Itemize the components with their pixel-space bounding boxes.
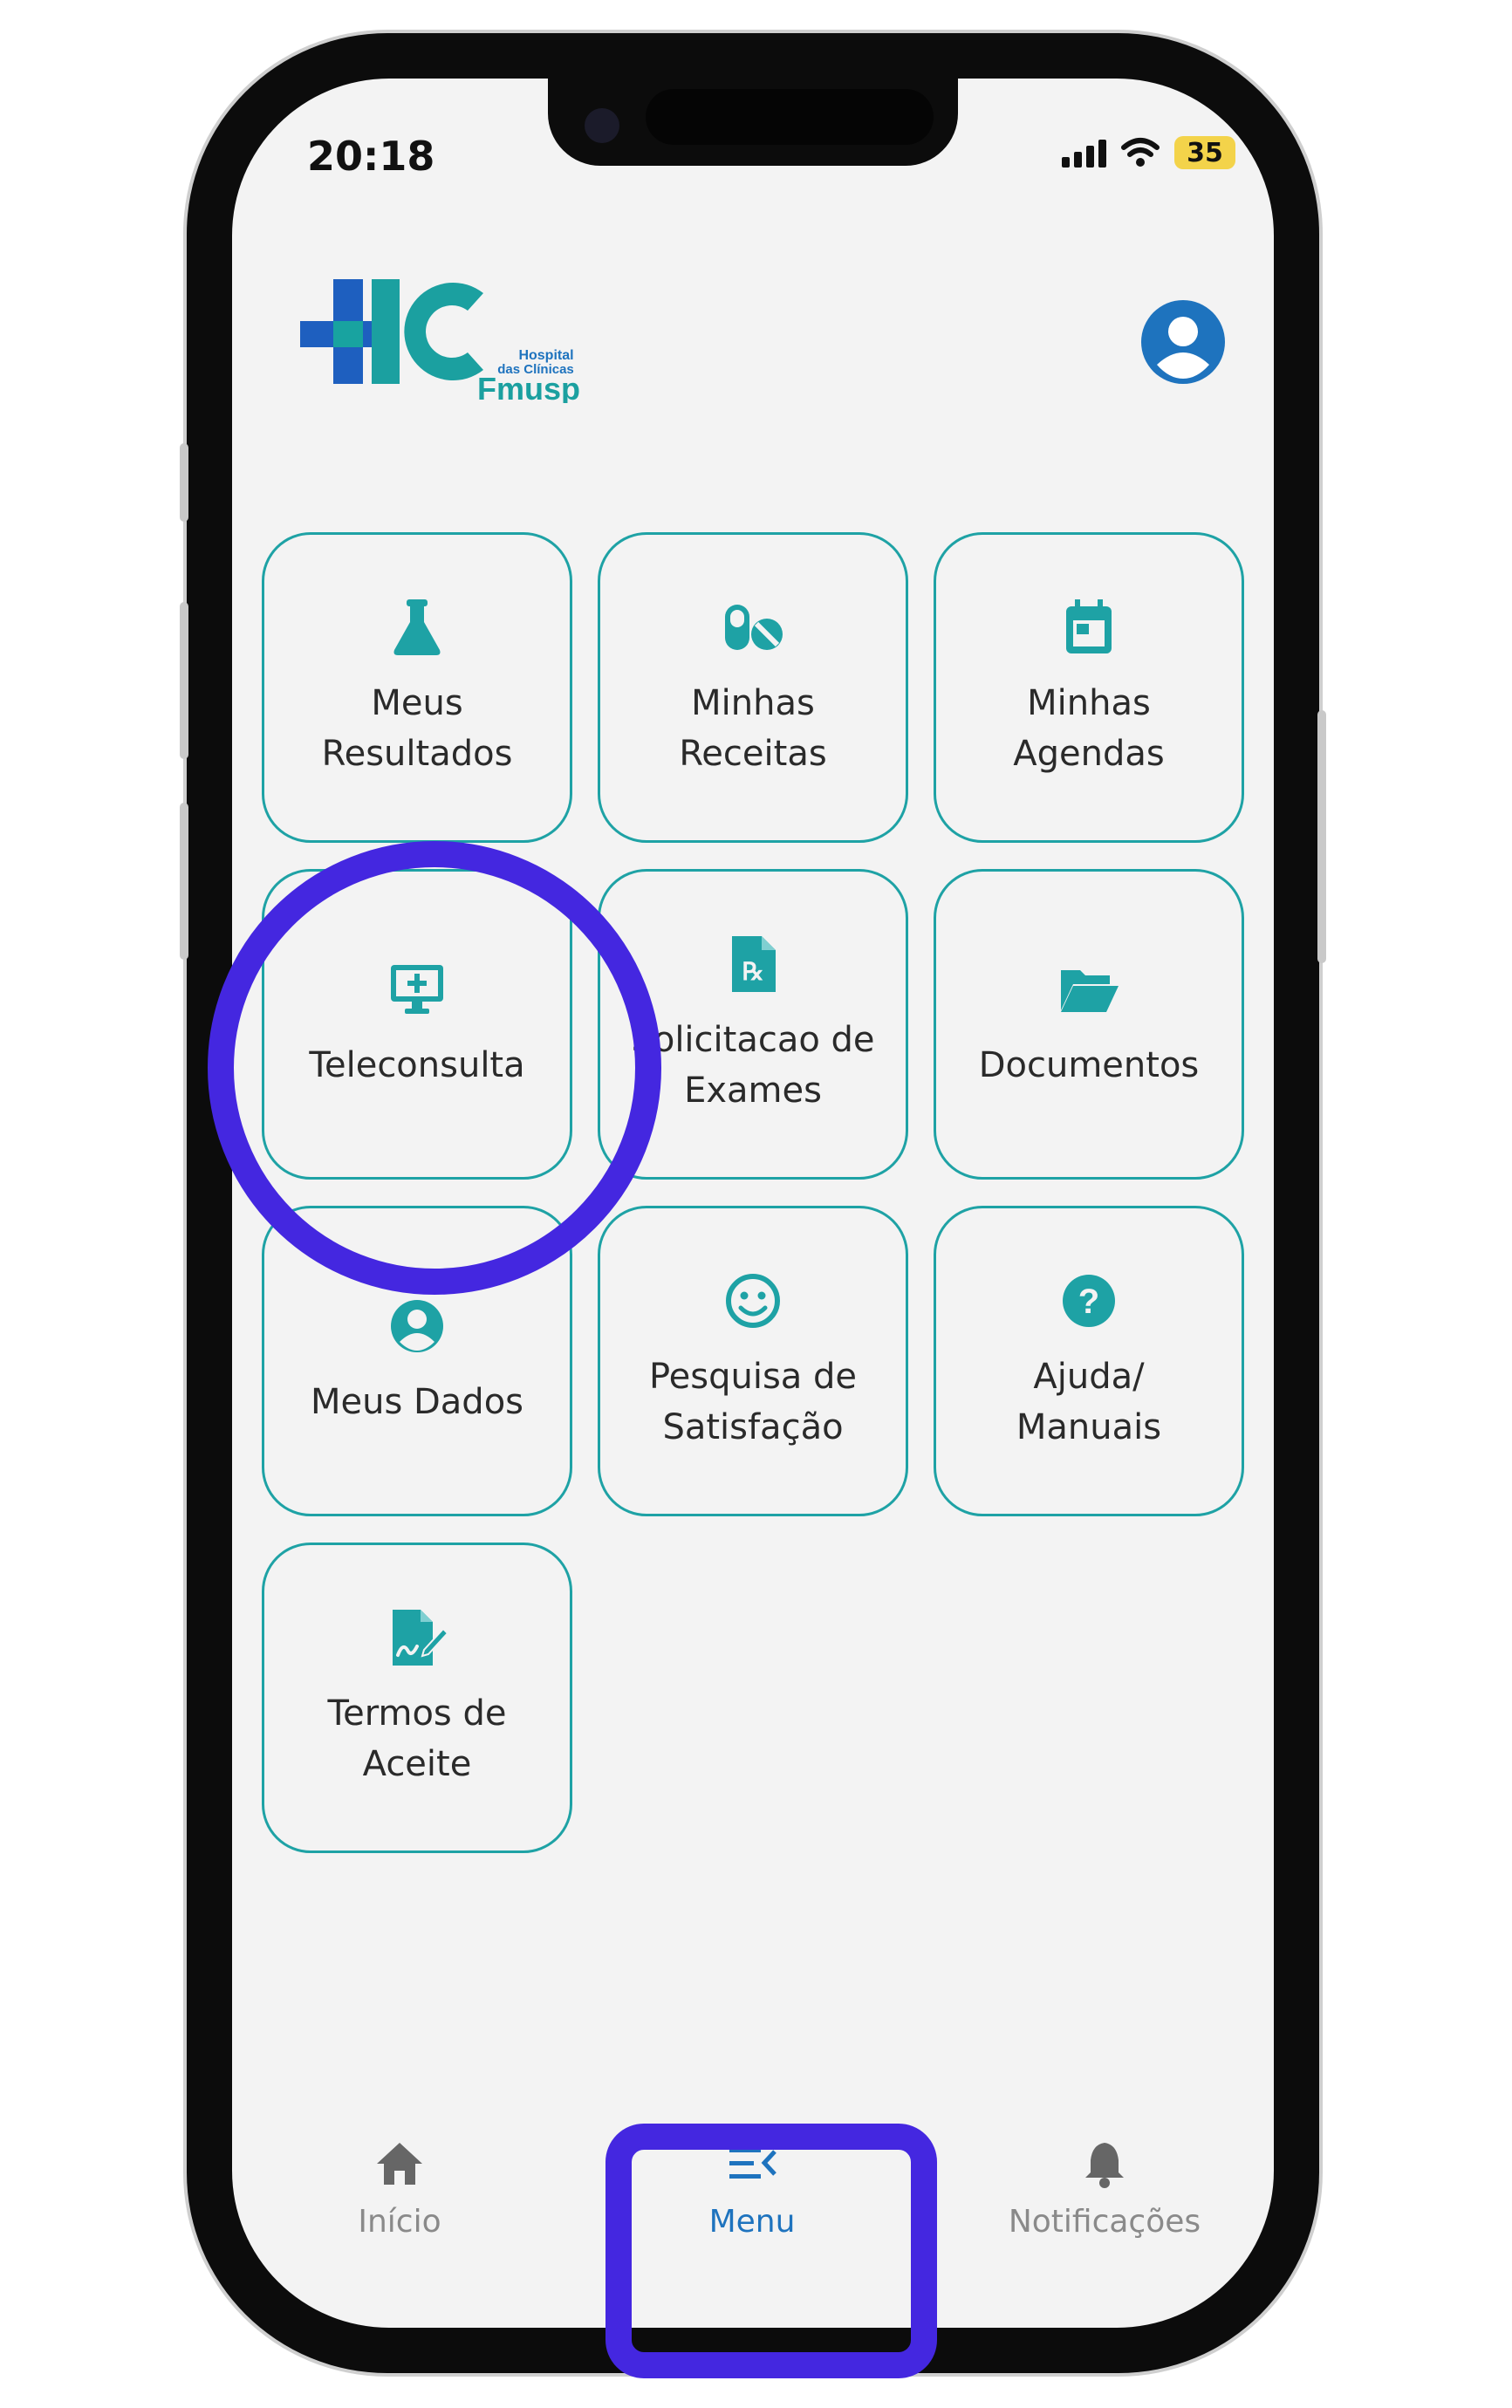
island-pill [646,89,934,145]
pills-icon [725,605,783,650]
front-camera [585,108,619,143]
tile-label: Minhas Receitas [679,683,827,774]
smiley-icon [726,1274,780,1328]
nav-label: Início [358,2204,441,2240]
hc-fmusp-logo: Hospital das Clínicas Fmusp [300,279,580,403]
svg-text:℞: ℞ [742,958,763,985]
logo-text-line1: Hospital [518,348,573,363]
home-icon [377,2143,422,2185]
signature-document-icon [393,1610,448,1666]
tile-documentos[interactable]: Documentos [934,869,1244,1180]
tile-label: Minhas Agendas [1013,683,1165,774]
bell-icon [1085,2143,1124,2188]
logo-text-line3: Fmusp [477,371,580,403]
tile-label: Termos de Aceite [327,1693,507,1784]
power-button [1317,710,1326,963]
nav-inicio[interactable]: Início [286,2138,513,2240]
calendar-icon [1066,599,1112,653]
tile-termos-de-aceite[interactable]: Termos de Aceite [262,1543,572,1853]
volume-up-button [180,602,188,759]
tile-label: Pesquisa de Satisfação [648,1357,858,1447]
status-icons: 35 [1062,136,1235,169]
annotation-rectangle [605,2124,937,2378]
flask-icon [393,599,441,655]
tile-label: Solicitacao de Exames [631,1020,875,1111]
nav-notificacoes[interactable]: Notificações [991,2138,1218,2240]
cellular-signal-icon [1062,138,1106,168]
battery-icon: 35 [1174,136,1235,169]
mute-switch [180,443,188,522]
prescription-file-icon: ℞ [732,936,776,992]
annotation-circle [208,841,661,1295]
wifi-icon [1121,138,1160,167]
tile-pesquisa-de-satisfacao[interactable]: Pesquisa de Satisfação [598,1206,908,1516]
folder-open-icon [1061,970,1119,1012]
tile-minhas-receitas[interactable]: Minhas Receitas [598,532,908,843]
account-circle-icon [391,1300,443,1352]
tile-label: Documentos [978,1045,1200,1085]
tile-meus-resultados[interactable]: Meus Resultados [262,532,572,843]
tile-label: Meus Resultados [321,683,513,774]
tile-minhas-agendas[interactable]: Minhas Agendas [934,532,1244,843]
tile-label: Ajuda/ Manuais [1016,1357,1162,1447]
help-circle-icon: ? [1063,1275,1115,1327]
svg-text:?: ? [1078,1283,1099,1321]
volume-down-button [180,803,188,960]
status-time: 20:18 [307,133,435,180]
nav-label: Notificações [1008,2204,1201,2240]
tile-ajuda-manuais[interactable]: ? Ajuda/ Manuais [934,1206,1244,1516]
tile-label: Meus Dados [310,1382,524,1422]
profile-avatar-icon[interactable] [1139,298,1227,386]
dynamic-island [548,79,958,166]
